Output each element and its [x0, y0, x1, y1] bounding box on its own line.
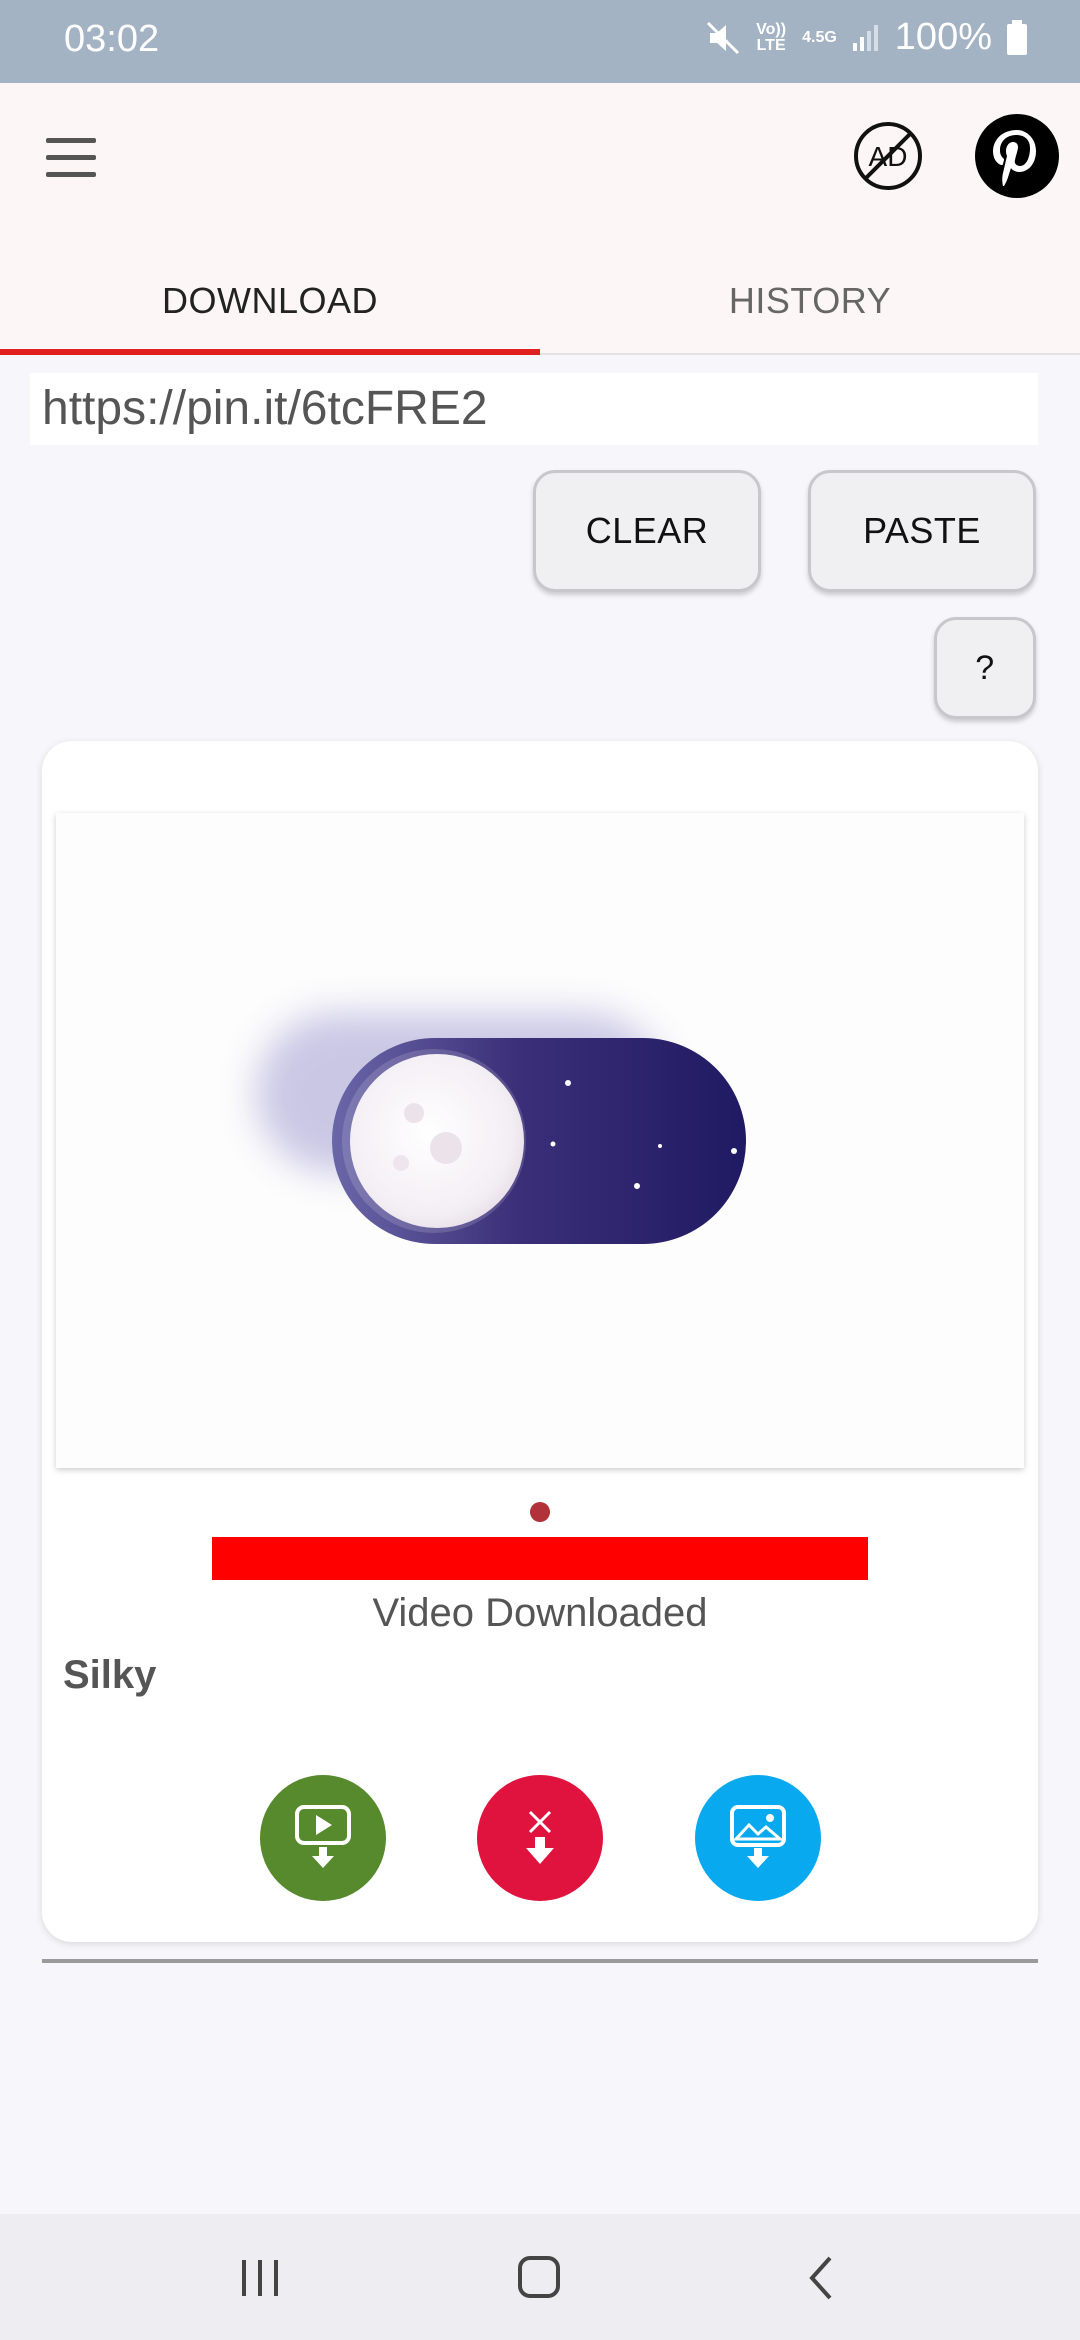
- mute-icon: [707, 21, 740, 54]
- card-divider: [42, 1959, 1038, 1963]
- battery-icon: [1007, 19, 1027, 55]
- menu-icon[interactable]: [46, 138, 98, 178]
- download-no-watermark-button[interactable]: [477, 1775, 603, 1901]
- system-nav-bar: [0, 2214, 1080, 2340]
- help-button[interactable]: ?: [934, 617, 1036, 719]
- status-time: 03:02: [64, 18, 160, 60]
- clear-button[interactable]: CLEAR: [533, 470, 761, 592]
- app-bar: AD DOWNLOAD HISTORY: [0, 83, 1080, 355]
- volte-icon: Vo)) LTE: [756, 20, 787, 54]
- result-card: Video Downloaded Silky: [42, 741, 1038, 1942]
- video-title: Silky: [63, 1653, 157, 1697]
- home-icon[interactable]: [516, 2256, 564, 2300]
- download-video-icon: [295, 1805, 351, 1868]
- pinterest-logo-icon[interactable]: [975, 114, 1059, 198]
- no-ads-icon[interactable]: AD: [853, 121, 923, 191]
- tab-bar: DOWNLOAD HISTORY: [0, 268, 1080, 355]
- video-thumbnail[interactable]: [56, 813, 1024, 1468]
- download-no-watermark-icon: [526, 1810, 554, 1864]
- recent-apps-icon[interactable]: [236, 2256, 284, 2300]
- download-progress-bar: [212, 1537, 868, 1580]
- status-icons: Vo)) LTE 4.5G 100%: [706, 16, 1028, 59]
- url-input[interactable]: https://pin.it/6tcFRE2: [30, 373, 1038, 445]
- battery-percent: 100%: [894, 16, 992, 58]
- status-bar: 03:02 Vo)) LTE 4.5G 100%: [0, 0, 1080, 83]
- signal-icon: [852, 24, 878, 51]
- tab-indicator: [0, 349, 540, 355]
- back-icon[interactable]: [800, 2256, 848, 2300]
- download-image-icon: [730, 1805, 786, 1868]
- download-image-button[interactable]: [695, 1775, 821, 1901]
- download-status: Video Downloaded: [372, 1591, 708, 1635]
- paste-button[interactable]: PASTE: [808, 470, 1036, 592]
- download-video-button[interactable]: [260, 1775, 386, 1901]
- page-indicator-dot: [530, 1502, 550, 1522]
- tab-download[interactable]: DOWNLOAD: [0, 268, 540, 355]
- tab-history[interactable]: HISTORY: [540, 268, 1080, 355]
- network-type: 4.5G: [802, 28, 837, 46]
